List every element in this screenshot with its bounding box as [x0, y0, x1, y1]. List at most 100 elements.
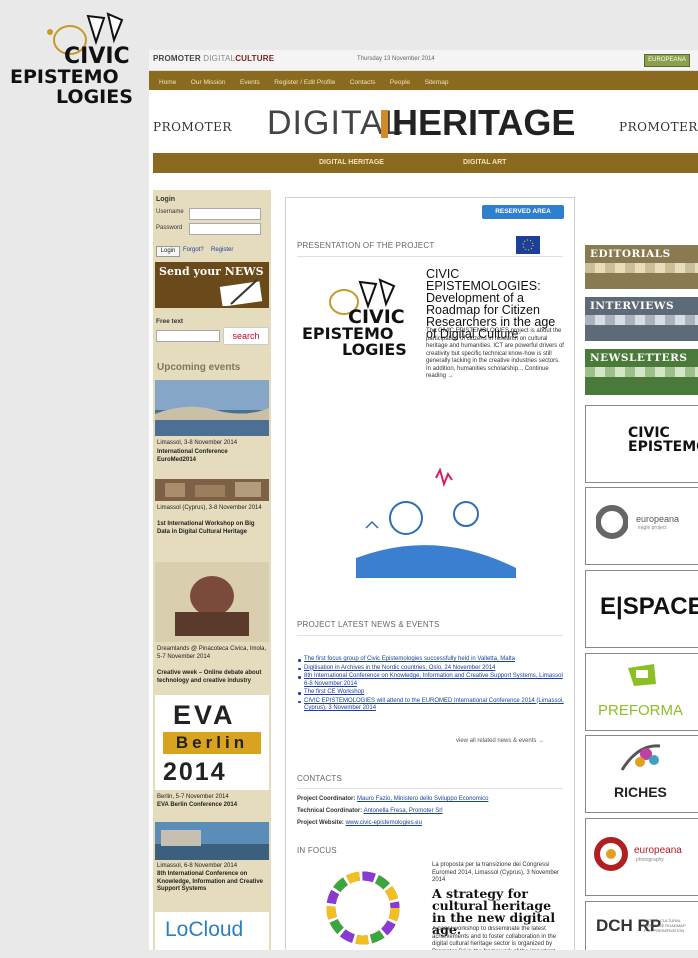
search-input[interactable] [156, 330, 220, 342]
event-image-city[interactable] [155, 479, 269, 501]
presentation-title: PRESENTATION OF THE PROJECT [297, 241, 435, 250]
pen-paper-icon [219, 279, 263, 306]
partner-logo-riches[interactable]: RICHES [585, 735, 698, 813]
nav-mission[interactable]: Our Mission [191, 79, 226, 86]
interviews-heading: INTERVIEWS [590, 300, 675, 312]
partner-logo-europeana-eagle[interactable]: europeana eagle project [585, 487, 698, 565]
event-4-date: Berlin, 5-7 November 2014 [157, 794, 229, 800]
send-news-banner[interactable]: Send your NEWS [155, 262, 269, 308]
divider [297, 256, 563, 257]
locloud-logo[interactable]: LoCloud [155, 912, 269, 950]
event-image-coast[interactable] [155, 380, 269, 436]
coordinator-line: Project Coordinator: Mauro Fazio, Minist… [297, 796, 565, 804]
eva-berlin-logo[interactable]: EVA Berlin 2014 [155, 695, 269, 790]
news-item[interactable]: Digitisation in Archives in the Nordic c… [298, 665, 566, 673]
event-3-title[interactable]: Creative week – Online debate about tech… [157, 670, 267, 685]
nav-register[interactable]: Register / Edit Profile [274, 79, 335, 86]
upcoming-events-title: Upcoming events [157, 362, 241, 373]
civic-epistemologies-corner-logo[interactable]: CIVIC EPISTEMO LOGIES [6, 10, 134, 114]
interviews-box[interactable]: INTERVIEWS [585, 297, 698, 341]
eu-flag-icon [516, 236, 540, 254]
partner-logo-dch-rp[interactable]: DCH RP DIGITAL CULTURAL HERITAGE ROADMAP… [585, 901, 698, 950]
event-2-title[interactable]: 1st International Workshop on Big Data i… [157, 521, 267, 536]
password-field[interactable] [189, 223, 261, 235]
focus-date: La proposta per la transizione dei Congr… [432, 862, 560, 883]
newsletters-box[interactable]: NEWSLETTERS [585, 349, 698, 395]
logo-epistemo-text: EPISTEMO [10, 66, 119, 88]
main-content: RESERVED AREA PRESENTATION OF THE PROJEC… [285, 197, 575, 950]
preforma-shape-icon [628, 664, 656, 686]
news-section-title: PROJECT LATEST NEWS & EVENTS [297, 620, 440, 629]
editorials-strip [585, 263, 698, 273]
right-sidebar: EDITORIALS INTERVIEWS NEWSLETTERS CIVIC … [585, 245, 698, 950]
editorials-box[interactable]: EDITORIALS [585, 245, 698, 289]
event-image-seaside[interactable] [155, 822, 269, 860]
event-3-date: Dreamlands @ Pinacoteca Civica, Imola, 5… [157, 646, 267, 660]
brand-prefix: PROMOTER [153, 54, 201, 63]
register-link[interactable]: Register [211, 247, 233, 253]
partner-logo-civic[interactable]: CIVIC EPISTEMOLOGIES [585, 405, 698, 483]
website-line: Project Website: www.civic-epistemologie… [297, 820, 565, 828]
banner-separator [381, 110, 388, 138]
europeana-badge[interactable]: EUROPEANA [644, 54, 690, 67]
researchers-illustration [356, 468, 516, 578]
forgot-link[interactable]: Forgot? [183, 247, 204, 253]
news-item[interactable]: The first CE Workshop [298, 689, 566, 697]
civic-epistemologies-logo[interactable]: CIVIC EPISTEMO LOGIES [300, 278, 420, 358]
partner-logo-espace[interactable]: E|SPACE [585, 570, 698, 648]
tech-label: Technical Coordinator: [297, 808, 363, 814]
logo-logies-text: LOGIES [56, 86, 133, 108]
search-button[interactable]: search [223, 327, 269, 345]
view-all-link[interactable]: view all related news & events → [456, 738, 544, 746]
event-2-date: Limassol (Cyprus), 3-8 November 2014 [157, 505, 262, 511]
brand-culture: CULTURE [235, 54, 275, 63]
tech-value[interactable]: Antonella Fresa, Promoter Srl [364, 808, 443, 814]
main-nav: Home Our Mission Events Register / Edit … [149, 71, 698, 90]
left-sidebar: Login Username Password Login Forgot? Re… [153, 190, 271, 950]
nav-people[interactable]: People [390, 79, 410, 86]
news-item[interactable]: The first focus group of Civic Epistemol… [298, 656, 566, 664]
website-value[interactable]: www.civic-epistemologies.eu [346, 820, 422, 826]
partner-logo-text: RICHES [614, 784, 667, 800]
partner-logo-text: europeana [636, 514, 680, 524]
news-item[interactable]: 8th International Conference on Knowledg… [298, 673, 566, 688]
europeana-photo-icon [594, 837, 628, 871]
reserved-area-button[interactable]: RESERVED AREA [482, 205, 564, 219]
login-button[interactable]: Login [156, 246, 180, 257]
nav-events[interactable]: Events [240, 79, 260, 86]
top-bar: PROMOTER DIGITALCULTURE Thursday 13 Nove… [149, 50, 698, 71]
event-4-title[interactable]: EVA Berlin Conference 2014 [157, 802, 267, 810]
event-image-creative[interactable] [155, 562, 269, 642]
nav-home[interactable]: Home [159, 79, 176, 86]
locloud-text: LoCloud [165, 918, 244, 941]
coordinator-value[interactable]: Mauro Fazio, Ministero dello Sviluppo Ec… [357, 796, 488, 802]
subnav-digital-art[interactable]: DIGITAL ART [463, 159, 506, 166]
subnav-digital-heritage[interactable]: DIGITAL HERITAGE [319, 159, 384, 166]
date: Thursday 13 November 2014 [357, 56, 435, 62]
send-news-text: Send your NEWS [159, 265, 264, 278]
event-1-title[interactable]: International Conference EuroMed2014 [157, 449, 267, 464]
partner-logo-text: E|SPACE [600, 593, 698, 620]
event-5-date: Limassol, 6-8 November 2014 [157, 863, 238, 869]
partner-logo-subtext: eagle project [638, 525, 667, 531]
promoter-logo-left[interactable]: PROMOTER [153, 120, 232, 134]
promoter-logo-right[interactable]: PROMOTER [619, 120, 698, 134]
year-text: 2014 [163, 758, 227, 786]
partner-logo-europeana-photography[interactable]: europeana photography [585, 818, 698, 896]
event-5-title[interactable]: 8th International Conference on Knowledg… [157, 871, 267, 894]
sub-nav: DIGITAL HERITAGE DIGITAL ART [153, 153, 698, 173]
partner-logo-preforma[interactable]: PREFORMA [585, 653, 698, 731]
partner-logo-subtext: photography [636, 857, 664, 863]
brand-digital: DIGITAL [203, 54, 236, 63]
contacts-title: CONTACTS [297, 774, 343, 783]
password-label: Password [156, 225, 183, 231]
news-item[interactable]: CIVIC EPISTEMOLOGIES will attend to the … [298, 698, 566, 713]
nav-sitemap[interactable]: Sitemap [425, 79, 449, 86]
interviews-strip [585, 315, 698, 325]
username-field[interactable] [189, 208, 261, 220]
nav-contacts[interactable]: Contacts [350, 79, 376, 86]
project-intro: The CIVIC EPISTEMOLOGIES project is abou… [426, 328, 564, 379]
logo-logies-text: LOGIES [342, 340, 407, 359]
brand[interactable]: PROMOTER DIGITALCULTURE [153, 54, 274, 63]
tech-coordinator-line: Technical Coordinator: Antonella Fresa, … [297, 808, 565, 816]
